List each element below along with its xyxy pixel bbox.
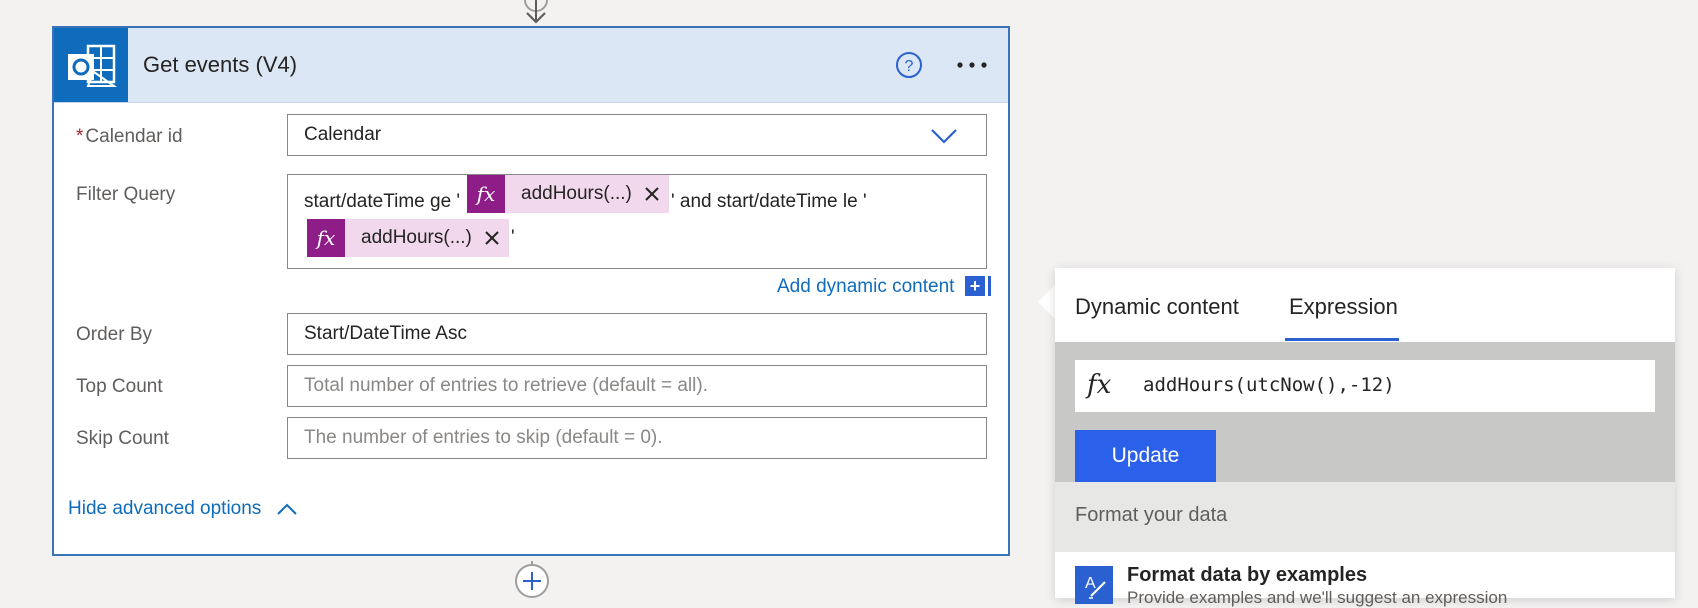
- order-by-input[interactable]: Start/DateTime Asc: [287, 313, 987, 355]
- add-dynamic-divider: [988, 276, 991, 296]
- format-your-data-title: Format your data: [1075, 504, 1228, 526]
- format-by-examples-title[interactable]: Format data by examples: [1127, 564, 1367, 587]
- skip-count-input[interactable]: The number of entries to skip (default =…: [287, 417, 987, 459]
- add-step-plus-icon[interactable]: [513, 561, 551, 598]
- filter-text-2: ' and start/dateTime le ': [671, 191, 867, 212]
- calendar-id-label: * Calendar id: [76, 126, 183, 148]
- action-card-get-events: Get events (V4) ? * Calendar id Calendar …: [52, 26, 1010, 556]
- outlook-icon: [54, 28, 128, 102]
- tab-expression[interactable]: Expression: [1289, 294, 1398, 320]
- card-title: Get events (V4): [143, 52, 298, 77]
- top-count-label: Top Count: [76, 376, 163, 397]
- add-dynamic-content-link[interactable]: Add dynamic content: [777, 276, 954, 298]
- skip-count-label: Skip Count: [76, 428, 169, 449]
- calendar-id-dropdown[interactable]: Calendar: [287, 114, 987, 156]
- calendar-id-label-text: Calendar id: [85, 126, 183, 147]
- chevron-up-icon[interactable]: [276, 502, 298, 516]
- tab-dynamic-content[interactable]: Dynamic content: [1075, 294, 1239, 320]
- format-by-examples-desc: Provide examples and we'll suggest an ex…: [1127, 588, 1508, 607]
- filter-query-label: Filter Query: [76, 184, 176, 205]
- svg-text:?: ?: [905, 58, 914, 75]
- token-label: addHours(...): [521, 183, 632, 204]
- order-by-label: Order By: [76, 324, 153, 345]
- filter-query-input[interactable]: start/dateTime ge ' fx addHours(...) ' a…: [287, 174, 987, 269]
- format-your-data-section: Format your data: [1055, 482, 1675, 552]
- expression-input[interactable]: fx addHours(utcNow(),-12): [1075, 360, 1655, 412]
- filter-text-3: ': [511, 227, 515, 248]
- format-by-examples-icon[interactable]: A: [1075, 566, 1113, 604]
- fx-icon: fx: [1087, 370, 1112, 400]
- add-dynamic-content-plus-icon[interactable]: +: [965, 276, 985, 296]
- update-button[interactable]: Update: [1075, 430, 1216, 482]
- flyout-pointer: [1038, 284, 1056, 320]
- ellipsis-icon[interactable]: [952, 50, 992, 80]
- svg-text:A: A: [1085, 575, 1096, 592]
- calendar-id-value: Calendar: [304, 124, 382, 145]
- hide-advanced-options-link[interactable]: Hide advanced options: [68, 498, 261, 520]
- close-icon[interactable]: [640, 182, 664, 206]
- fx-icon: fx: [307, 219, 345, 257]
- expression-area: fx addHours(utcNow(),-12) Update: [1055, 342, 1675, 482]
- expression-token-1[interactable]: fx addHours(...): [467, 175, 669, 213]
- connector-arrow-icon: [524, 0, 548, 24]
- top-count-input[interactable]: Total number of entries to retrieve (def…: [287, 365, 987, 407]
- help-circle-icon[interactable]: ?: [894, 50, 924, 80]
- card-header[interactable]: Get events (V4) ?: [54, 28, 1008, 103]
- active-tab-indicator: [1285, 338, 1399, 341]
- expression-text[interactable]: addHours(utcNow(),-12): [1143, 374, 1395, 396]
- token-label: addHours(...): [361, 227, 472, 248]
- required-mark: *: [76, 126, 84, 147]
- filter-text-1: start/dateTime ge ': [304, 191, 461, 212]
- dynamic-content-flyout: Dynamic content Expression fx addHours(u…: [1055, 268, 1675, 607]
- chevron-down-icon[interactable]: [930, 127, 958, 145]
- expression-token-2[interactable]: fx addHours(...): [307, 219, 509, 257]
- close-icon[interactable]: [480, 226, 504, 250]
- fx-icon: fx: [467, 175, 505, 213]
